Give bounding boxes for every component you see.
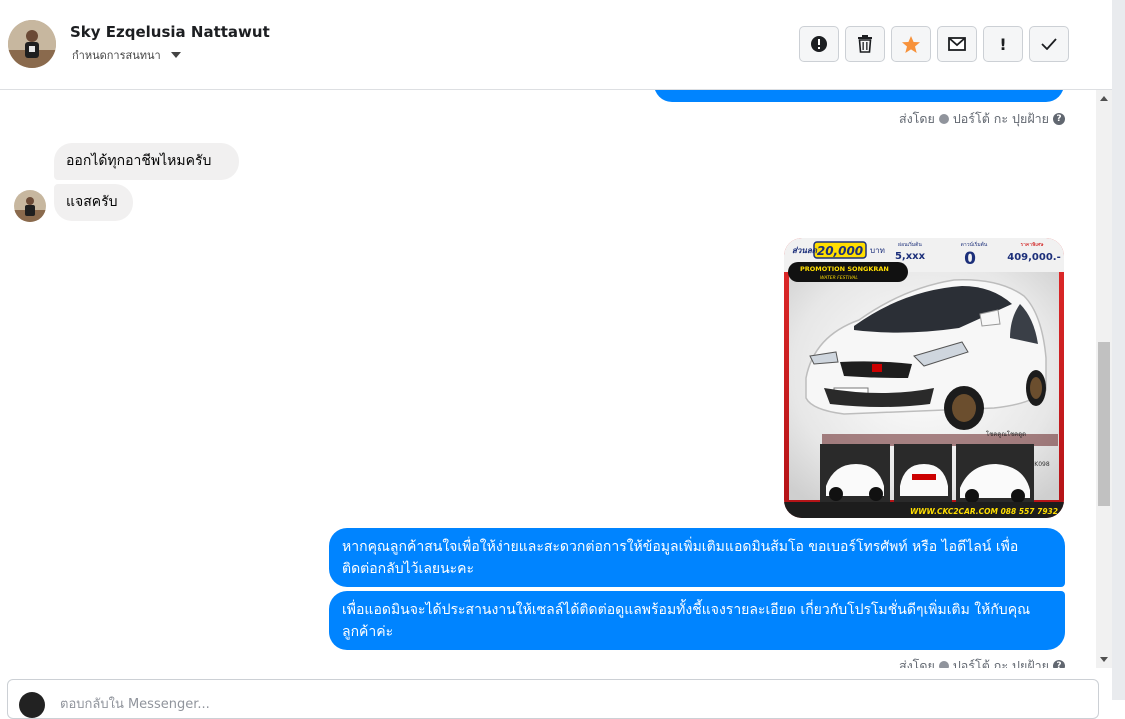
reply-input-placeholder[interactable]: ตอบกลับใน Messenger... [60, 693, 210, 714]
thread-scrollbar[interactable] [1096, 90, 1112, 668]
header-actions: ! [799, 26, 1069, 62]
envelope-icon [948, 37, 966, 51]
page-scrollbar-track[interactable] [1112, 0, 1125, 700]
star-icon [902, 35, 920, 53]
verified-icon [938, 661, 949, 668]
down-label: ดาวน์เริ่มต้น [961, 241, 988, 248]
discount-unit: บาท [870, 246, 885, 255]
message-bubble-outgoing[interactable]: หากคุณลูกค้าสนใจเพื่อให้ง่ายและสะดวกต่อก… [329, 528, 1065, 587]
message-bubble-outgoing[interactable]: เพื่อแอดมินจะได้ประสานงานให้เซลล์ได้ติดต… [329, 591, 1065, 650]
promo-line-1: PROMOTION SONGKRAN [800, 265, 889, 273]
price-value: 409,000.- [1007, 252, 1061, 263]
follow-up-button[interactable]: ! [983, 26, 1023, 62]
message-thread[interactable]: ส่งโดย ปอร์โต้ กะ ปุยฝ้าย ? ออกได้ทุกอาช… [0, 90, 1096, 668]
caret-down-icon [170, 52, 181, 58]
sent-by-prefix: ส่งโดย [898, 111, 935, 126]
mark-done-button[interactable] [1029, 26, 1069, 62]
promo-line-2: WATER FESTIVAL [820, 275, 858, 281]
message-bubble-incoming[interactable]: ออกได้ทุกอาชีพไหมครับ [54, 143, 239, 180]
scrollbar-thumb[interactable] [1098, 342, 1110, 506]
sent-by-prefix: ส่งโดย [898, 658, 935, 668]
exclamation-icon: ! [999, 34, 1007, 54]
delete-button[interactable] [845, 26, 885, 62]
star-button[interactable] [891, 26, 931, 62]
help-icon[interactable]: ? [1053, 660, 1065, 668]
mark-unread-button[interactable] [937, 26, 977, 62]
checkmark-icon [1041, 38, 1057, 50]
conversation-schedule[interactable]: กำหนดการสนทนา [72, 46, 181, 64]
page-avatar [19, 692, 45, 718]
discount-value: 20,000 [817, 244, 863, 258]
scroll-up-arrow-icon[interactable] [1100, 96, 1108, 101]
reply-composer[interactable]: ตอบกลับใน Messenger... [7, 679, 1099, 719]
car-promo-image: ส่วนลด 20,000 บาท ผ่อนเริ่มต้น 5,xxx ดาว… [784, 238, 1064, 518]
message-bubble-incoming[interactable]: แจสครับ [54, 184, 133, 221]
schedule-label: กำหนดการสนทนา [72, 49, 161, 62]
down-value: 0 [964, 249, 976, 269]
mark-spam-button[interactable] [799, 26, 839, 62]
alert-circle-icon [811, 36, 827, 52]
scroll-down-arrow-icon[interactable] [1100, 657, 1108, 662]
message-bubble-outgoing-clipped[interactable] [654, 90, 1064, 102]
help-icon[interactable]: ? [1053, 113, 1065, 125]
installment-label: ผ่อนเริ่มต้น [898, 241, 922, 248]
sent-by-line: ส่งโดย ปอร์โต้ กะ ปุยฝ้าย ? [899, 109, 1065, 129]
sender-avatar[interactable] [14, 190, 46, 222]
avatar[interactable] [8, 20, 56, 68]
installment-value: 5,xxx [895, 251, 926, 262]
contact-name[interactable]: Sky Ezqelusia Nattawut [70, 23, 270, 41]
trash-icon [858, 35, 872, 53]
conversation-header: Sky Ezqelusia Nattawut กำหนดการสนทนา ! [0, 0, 1112, 90]
stock-code: K098 [1034, 461, 1050, 468]
price-label: ราคาพิเศษ [1020, 241, 1044, 248]
dealer-label: โชคคูณโชคดูด [986, 430, 1026, 438]
discount-label: ส่วนลด [792, 246, 818, 255]
sent-by-agent[interactable]: ปอร์โต้ กะ ปุยฝ้าย [953, 109, 1049, 129]
message-image-attachment[interactable]: ส่วนลด 20,000 บาท ผ่อนเริ่มต้น 5,xxx ดาว… [784, 238, 1064, 518]
verified-icon [938, 114, 949, 124]
website-text: WWW.CKC2CAR.COM 088 557 7932 [910, 507, 1058, 516]
sent-by-line: ส่งโดย ปอร์โต้ กะ ปุยฝ้าย ? [899, 656, 1065, 668]
sent-by-agent[interactable]: ปอร์โต้ กะ ปุยฝ้าย [953, 656, 1049, 668]
